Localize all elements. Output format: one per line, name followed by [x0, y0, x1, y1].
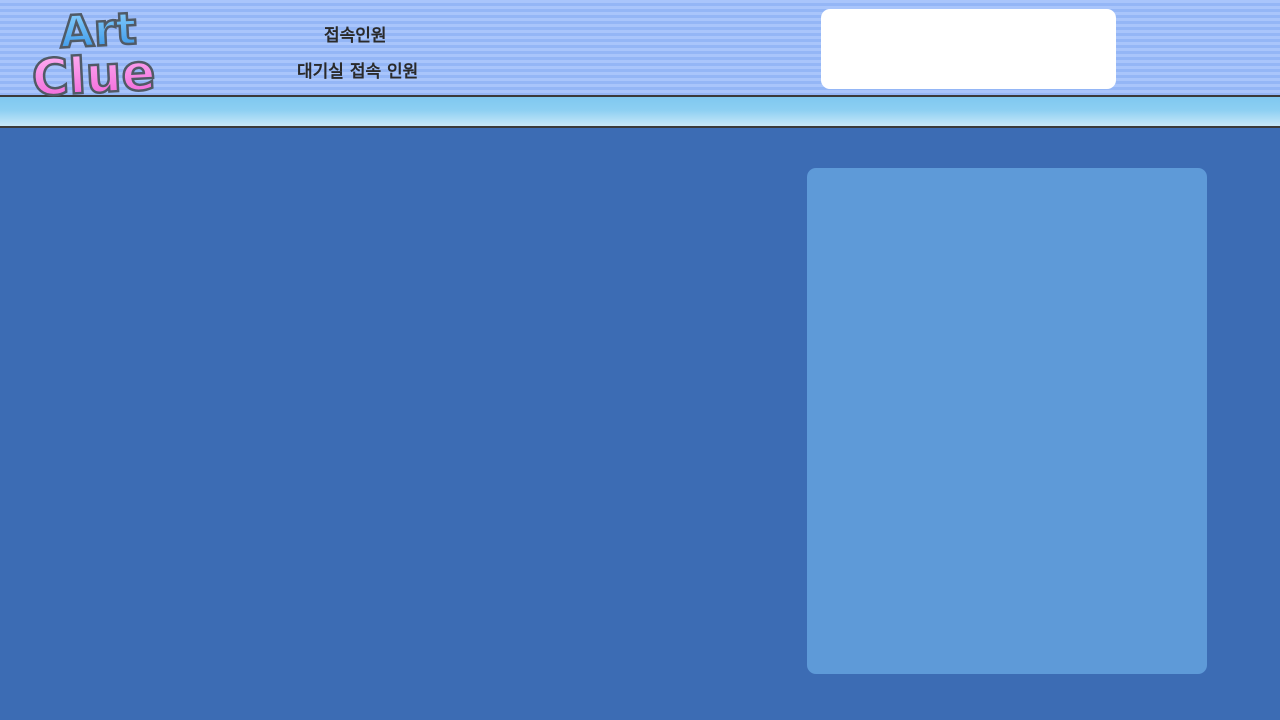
art-clue-logo[interactable]: Art Clue	[30, 6, 182, 98]
online-count-label: 접속인원	[324, 26, 387, 46]
logo-clue-text: Clue	[31, 43, 157, 98]
side-panel	[807, 168, 1207, 674]
sub-navigation-bar	[0, 97, 1280, 128]
top-info-box	[821, 9, 1116, 89]
header-bar: Art Clue 접속인원 대기실 접속 인원	[0, 0, 1280, 98]
waiting-room-count-label: 대기실 접속 인원	[297, 62, 419, 82]
